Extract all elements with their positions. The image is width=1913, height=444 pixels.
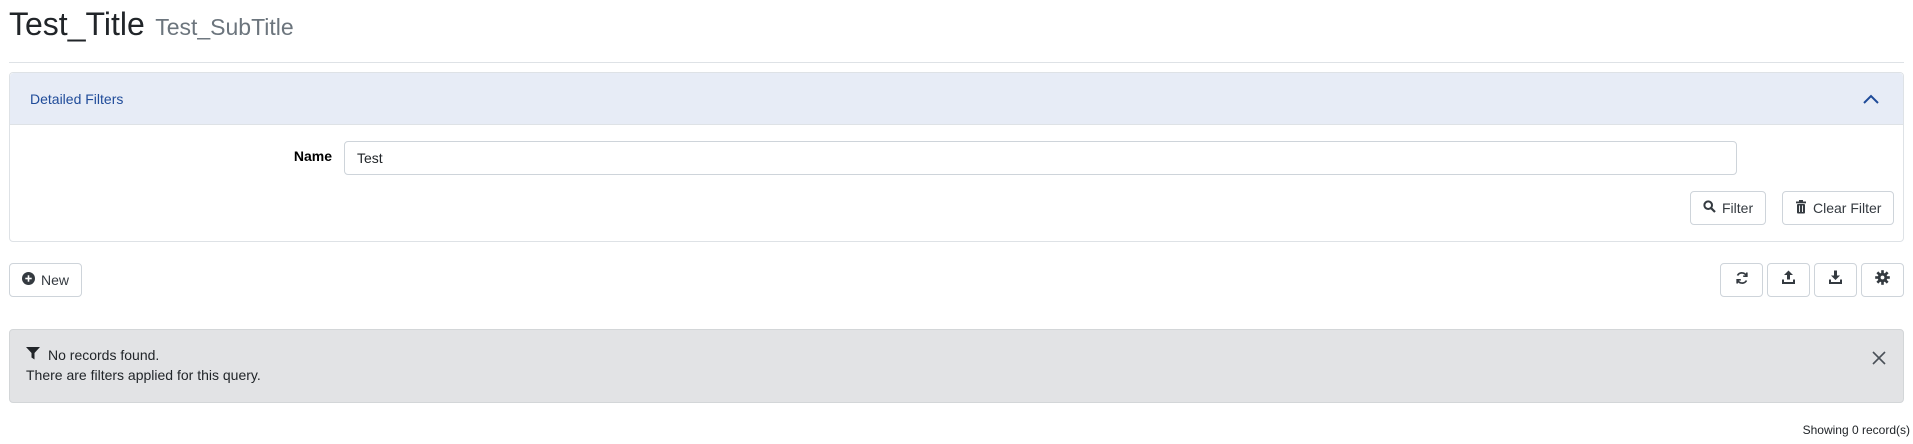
search-icon bbox=[1703, 200, 1716, 216]
filters-body: Name Filter Clear Filter bbox=[10, 125, 1903, 242]
refresh-icon bbox=[1735, 271, 1749, 290]
record-count: Showing 0 record(s) bbox=[1802, 423, 1910, 437]
new-button-label: New bbox=[41, 272, 70, 288]
page-title: Test_Title bbox=[9, 6, 145, 42]
no-records-alert: No records found. There are filters appl… bbox=[9, 329, 1904, 403]
trash-icon bbox=[1795, 199, 1807, 217]
page-header: Test_Title Test_SubTitle bbox=[9, 0, 1904, 63]
clear-filter-button-label: Clear Filter bbox=[1813, 200, 1882, 216]
new-button[interactable]: New bbox=[9, 263, 83, 297]
download-button[interactable] bbox=[1814, 263, 1857, 297]
clear-filter-button[interactable]: Clear Filter bbox=[1782, 191, 1895, 225]
filters-card: Detailed Filters Name Filter Clear Filte… bbox=[9, 72, 1904, 242]
name-input[interactable] bbox=[344, 141, 1737, 175]
funnel-icon bbox=[26, 347, 40, 363]
close-icon[interactable] bbox=[1869, 348, 1889, 368]
settings-button[interactable] bbox=[1861, 263, 1904, 297]
page: Test_Title Test_SubTitle Detailed Filter… bbox=[0, 0, 1913, 444]
page-subtitle: Test_SubTitle bbox=[155, 14, 294, 40]
filter-button[interactable]: Filter bbox=[1690, 191, 1767, 225]
chevron-up-icon[interactable] bbox=[1859, 87, 1883, 111]
name-label: Name bbox=[293, 148, 332, 164]
gear-icon bbox=[1875, 270, 1890, 290]
filters-card-title: Detailed Filters bbox=[30, 90, 124, 107]
toolbar-icon-group bbox=[1720, 263, 1904, 297]
alert-detail: There are filters applied for this query… bbox=[26, 367, 261, 383]
upload-button[interactable] bbox=[1767, 263, 1810, 297]
filter-button-label: Filter bbox=[1722, 200, 1754, 216]
filters-card-header[interactable]: Detailed Filters bbox=[10, 73, 1903, 125]
download-icon bbox=[1828, 270, 1843, 290]
plus-circle-icon bbox=[22, 272, 35, 288]
upload-icon bbox=[1781, 270, 1796, 290]
toolbar: New bbox=[9, 242, 1904, 329]
refresh-button[interactable] bbox=[1720, 263, 1763, 297]
alert-message: No records found. bbox=[48, 347, 160, 363]
